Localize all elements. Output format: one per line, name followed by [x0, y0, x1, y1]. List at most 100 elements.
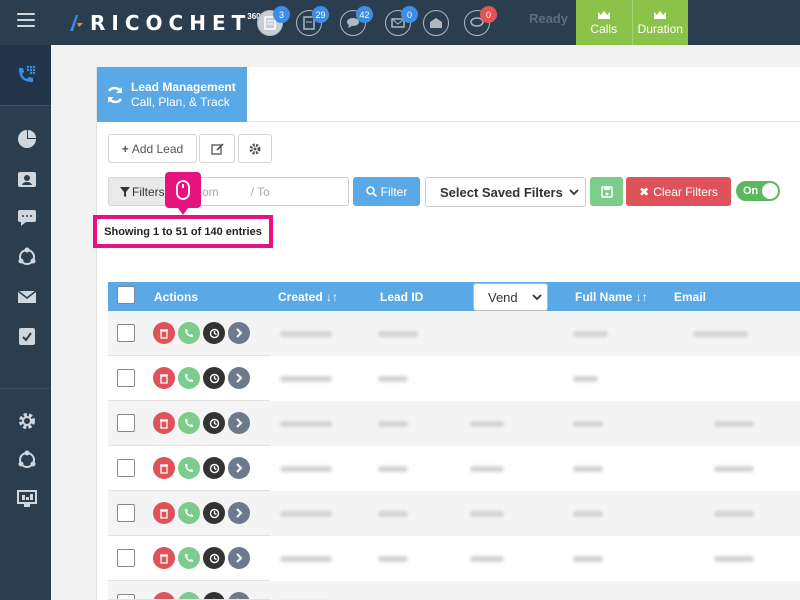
- open-lead-button[interactable]: [228, 547, 250, 569]
- open-lead-button[interactable]: [228, 502, 250, 524]
- chat-badge: 42: [356, 6, 373, 23]
- delete-button[interactable]: [153, 412, 175, 434]
- vendor-select[interactable]: Vend: [473, 283, 548, 311]
- stats-box: Calls Duration: [576, 0, 688, 45]
- logo-mark-icon: [70, 15, 83, 31]
- call-button[interactable]: [178, 502, 200, 524]
- delete-button[interactable]: [153, 547, 175, 569]
- filter-toggle[interactable]: On: [736, 181, 780, 201]
- trash-icon: [160, 418, 168, 429]
- sidebar: [0, 45, 51, 600]
- call-button[interactable]: [178, 547, 200, 569]
- filters-label: Filters: [132, 184, 165, 199]
- gear-icon[interactable]: [17, 411, 37, 431]
- row-checkbox[interactable]: [117, 459, 135, 477]
- delete-button[interactable]: [153, 502, 175, 524]
- calls-stat[interactable]: Calls: [576, 0, 633, 45]
- file-icon[interactable]: 29: [296, 6, 329, 36]
- contacts-icon[interactable]: [17, 169, 37, 189]
- monitor-icon[interactable]: [17, 489, 37, 509]
- envelope-icon[interactable]: [17, 287, 37, 307]
- phone-dialpad-icon[interactable]: [0, 45, 51, 105]
- clear-filters-button[interactable]: ✖ Clear Filters: [626, 177, 731, 206]
- history-button[interactable]: [203, 367, 225, 389]
- phone-icon: [185, 374, 193, 382]
- chat-icon[interactable]: 42: [340, 6, 373, 36]
- history-button[interactable]: [203, 502, 225, 524]
- col-created[interactable]: Created ↓↑: [278, 290, 338, 304]
- history-button[interactable]: [203, 412, 225, 434]
- trash-icon: [160, 463, 168, 474]
- table-row: [108, 446, 800, 491]
- table-row: [108, 311, 800, 356]
- col-full-name-label: Full Name: [575, 290, 633, 304]
- entries-text: Showing 1 to 51 of 140 entries: [104, 225, 262, 238]
- row-checkbox[interactable]: [117, 369, 135, 387]
- redacted-cell: [573, 376, 598, 382]
- row-checkbox[interactable]: [117, 549, 135, 567]
- redacted-cell: [573, 556, 603, 562]
- logo: RICOCHET 360: [68, 10, 265, 36]
- duration-stat[interactable]: Duration: [633, 0, 689, 45]
- history-button[interactable]: [203, 547, 225, 569]
- top-bar: RICOCHET 360 3 29 42 0 0 Ready Calls Dur…: [0, 0, 800, 45]
- row-checkbox[interactable]: [117, 504, 135, 522]
- network-icon[interactable]: [17, 247, 37, 267]
- from-placeholder: om: [202, 184, 219, 199]
- delete-button[interactable]: [153, 322, 175, 344]
- col-created-label: Created: [278, 290, 323, 304]
- history-icon: [209, 373, 219, 383]
- mail-icon[interactable]: 0: [385, 6, 418, 36]
- chevron-right-icon: [236, 463, 243, 473]
- menu-icon[interactable]: [17, 13, 35, 28]
- history-button[interactable]: [203, 457, 225, 479]
- phone-icon: [185, 419, 193, 427]
- open-lead-button[interactable]: [228, 457, 250, 479]
- redacted-cell: [714, 556, 754, 562]
- select-all-checkbox[interactable]: [117, 286, 135, 304]
- col-full-name[interactable]: Full Name ↓↑: [575, 290, 648, 304]
- mail-badge: 0: [401, 6, 418, 23]
- save-filter-button[interactable]: [590, 177, 623, 206]
- gear-icon: [249, 143, 261, 154]
- open-lead-button[interactable]: [228, 412, 250, 434]
- open-lead-button[interactable]: [228, 367, 250, 389]
- add-lead-button[interactable]: + Add Lead: [108, 134, 197, 163]
- call-button[interactable]: [178, 412, 200, 434]
- table-row: [108, 401, 800, 446]
- pie-chart-icon[interactable]: [17, 129, 37, 149]
- redacted-cell: [378, 376, 408, 382]
- chevron-right-icon: [236, 508, 243, 518]
- col-email[interactable]: Email: [674, 290, 706, 304]
- row-checkbox[interactable]: [117, 324, 135, 342]
- table-row: [108, 356, 800, 401]
- call-button[interactable]: [178, 367, 200, 389]
- search-icon: [365, 186, 377, 197]
- filter-button[interactable]: Filter: [353, 177, 420, 206]
- delete-button[interactable]: [153, 457, 175, 479]
- sms-icon[interactable]: 0: [464, 6, 497, 36]
- history-icon: [209, 553, 219, 563]
- history-button[interactable]: [203, 322, 225, 344]
- edit-button[interactable]: [199, 134, 235, 163]
- col-lead-id[interactable]: Lead ID: [380, 290, 423, 304]
- saved-filters-select[interactable]: Select Saved Filters: [425, 177, 586, 207]
- redacted-cell: [280, 466, 332, 472]
- settings-button[interactable]: [238, 134, 272, 163]
- call-button[interactable]: [178, 457, 200, 479]
- row-checkbox[interactable]: [117, 414, 135, 432]
- comments-icon[interactable]: [17, 208, 37, 228]
- docs-icon[interactable]: 3: [257, 6, 290, 36]
- integrations-icon[interactable]: [17, 450, 37, 470]
- history-icon: [209, 418, 219, 428]
- tab-lead-management[interactable]: Lead Management Call, Plan, & Track: [97, 67, 247, 122]
- table-header: Actions Created ↓↑ Lead ID Full Name ↓↑ …: [108, 282, 800, 311]
- checklist-icon[interactable]: [17, 326, 37, 346]
- open-lead-button[interactable]: [228, 322, 250, 344]
- filters-button[interactable]: Filters: [108, 177, 168, 206]
- call-button[interactable]: [178, 322, 200, 344]
- phone-icon: [185, 329, 193, 337]
- delete-button[interactable]: [153, 367, 175, 389]
- add-lead-label: Add Lead: [131, 141, 184, 156]
- envelope-open-icon[interactable]: [423, 10, 449, 36]
